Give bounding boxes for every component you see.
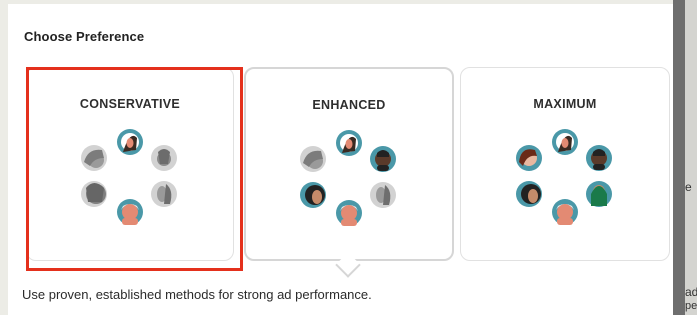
option-card-maximum[interactable]: MAXIMUM xyxy=(460,67,670,261)
scrollbar-track[interactable] xyxy=(673,0,685,315)
option-label-enhanced: ENHANCED xyxy=(312,98,386,112)
section-title: Choose Preference xyxy=(24,29,145,44)
option-label-conservative: CONSERVATIVE xyxy=(79,97,181,111)
background-text: ad xyxy=(685,285,697,299)
background-text: pe xyxy=(685,300,697,312)
option-card-enhanced[interactable]: ENHANCED xyxy=(244,67,454,261)
option-label-maximum: MAXIMUM xyxy=(533,97,597,111)
background-strip xyxy=(0,0,8,315)
avatar-cluster-icon xyxy=(81,129,177,225)
avatar-icon xyxy=(117,129,143,155)
option-description: Use proven, established methods for stro… xyxy=(22,287,372,302)
option-card-conservative[interactable]: CONSERVATIVE xyxy=(26,67,234,261)
background-panel: e ad pe xyxy=(685,0,697,315)
background-text: e xyxy=(685,180,692,194)
avatar-cluster-icon xyxy=(516,129,612,225)
avatar-cluster-icon xyxy=(300,130,396,226)
preference-modal: Choose Preference CONSERVATIVE ENHANCED … xyxy=(8,4,673,315)
screen: Choose Preference CONSERVATIVE ENHANCED … xyxy=(0,0,697,315)
